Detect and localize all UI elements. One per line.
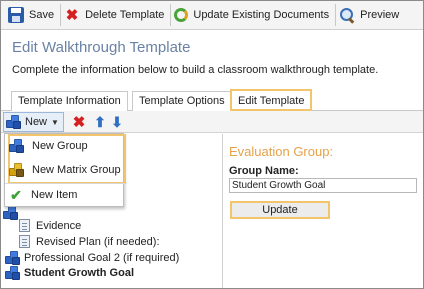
main-toolbar: Save ✖ Delete Template Update Existing D… — [1, 1, 423, 30]
delete-item-icon[interactable]: ✖ — [71, 114, 87, 131]
preview-label: Preview — [360, 9, 400, 21]
move-up-arrow-icon[interactable]: ⬆ — [92, 114, 108, 130]
menu-item-new-item[interactable]: ✔ New Item — [9, 184, 77, 206]
save-button[interactable]: Save — [5, 3, 60, 27]
group-icon — [5, 250, 20, 265]
group-icon — [9, 139, 24, 153]
menu-item-new-matrix-group[interactable]: New Matrix Group — [9, 159, 121, 181]
group-editor: Evaluation Group: Group Name: Update — [222, 134, 423, 288]
tree-item-label: Student Growth Goal — [24, 266, 134, 279]
tree-item-label: Evidence — [36, 219, 82, 232]
refresh-icon — [174, 8, 189, 22]
magnifier-icon — [339, 7, 355, 23]
page-title: Edit Walkthrough Template — [12, 39, 191, 56]
tree-item-label: Professional Goal 2 (if required) — [24, 251, 180, 264]
group-name-label: Group Name: — [229, 165, 299, 177]
checkmark-icon: ✔ — [10, 187, 22, 203]
tab-template-options[interactable]: Template Options — [132, 91, 232, 111]
new-label: New — [25, 116, 48, 128]
matrix-group-icon — [9, 163, 24, 177]
delete-template-label: Delete Template — [85, 9, 165, 21]
tree-item[interactable]: Revised Plan (if needed): — [19, 234, 160, 249]
delete-icon: ✖ — [65, 6, 79, 24]
new-menu: New Group New Matrix Group ✔ New Item — [4, 133, 126, 207]
menu-item-new-group[interactable]: New Group — [9, 135, 88, 157]
group-name-input[interactable] — [229, 178, 417, 193]
group-icon — [3, 206, 18, 220]
new-dropdown-button[interactable]: New ▼ — [3, 112, 64, 132]
delete-template-button[interactable]: ✖ Delete Template — [61, 3, 170, 27]
tree-item-label: Revised Plan (if needed): — [36, 235, 160, 248]
tab-bar: Template Information Template Options Ed… — [1, 87, 423, 111]
move-down-arrow-icon[interactable]: ⬇ — [109, 114, 125, 130]
menu-item-label: New Matrix Group — [32, 164, 121, 176]
chevron-down-icon: ▼ — [51, 117, 59, 127]
preview-button[interactable]: Preview — [336, 3, 405, 27]
update-existing-documents-label: Update Existing Documents — [193, 9, 330, 21]
document-icon — [19, 219, 30, 232]
menu-item-label: New Group — [32, 140, 88, 152]
update-button[interactable]: Update — [230, 201, 330, 219]
update-existing-documents-button[interactable]: Update Existing Documents — [171, 3, 335, 27]
tree-item[interactable]: Student Growth Goal — [5, 265, 134, 280]
document-icon — [19, 235, 30, 248]
save-label: Save — [29, 9, 55, 21]
group-icon — [5, 265, 20, 280]
section-title: Evaluation Group: — [229, 144, 334, 159]
tab-edit-template[interactable]: Edit Template — [230, 89, 313, 111]
menu-item-label: New Item — [31, 189, 78, 201]
tree-item[interactable]: Evidence — [19, 218, 81, 233]
window-frame: Save ✖ Delete Template Update Existing D… — [0, 0, 424, 289]
page-subtitle: Complete the information below to build … — [12, 64, 379, 76]
tab-template-information[interactable]: Template Information — [11, 91, 128, 111]
tree-item[interactable]: Professional Goal 2 (if required) — [5, 250, 179, 265]
group-icon — [6, 115, 21, 129]
save-icon — [8, 7, 24, 23]
tree-toolbar: New ▼ ✖ ⬆ ⬇ — [1, 111, 423, 133]
